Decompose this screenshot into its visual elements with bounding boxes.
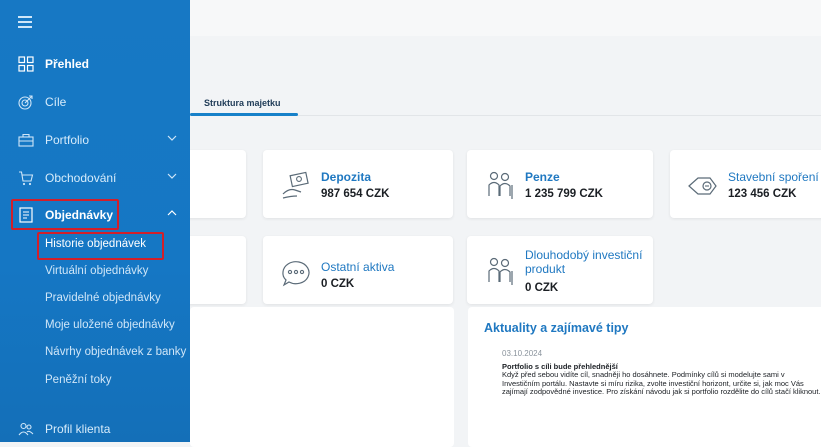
- sidebar-subitem-penezni-toky[interactable]: Peněžní toky: [45, 374, 111, 386]
- tab-active-indicator: [190, 113, 298, 116]
- sidebar-item-label: Přehled: [45, 57, 90, 71]
- sidebar-item-prehled[interactable]: Přehled: [0, 49, 190, 79]
- asset-card-depozita[interactable]: Depozita 987 654 CZK: [263, 150, 453, 218]
- sidebar-subitem-pravidelne[interactable]: Pravidelné objednávky: [45, 292, 161, 304]
- card-title: Ostatní aktiva: [321, 260, 395, 274]
- news-heading: Aktuality a zajímavé tipy: [484, 321, 629, 335]
- sidebar-item-label: Obchodování: [45, 171, 117, 185]
- chevron-down-icon[interactable]: [167, 171, 177, 181]
- sidebar-item-label: Portfolio: [45, 133, 90, 147]
- card-title: Penze: [525, 170, 560, 184]
- users-icon: [18, 422, 34, 436]
- chevron-down-icon[interactable]: [167, 133, 177, 143]
- deposit-icon: [282, 171, 309, 199]
- target-icon: [18, 95, 33, 110]
- card-title: Depozita: [321, 170, 372, 184]
- sidebar-item-label: Profil klienta: [45, 422, 111, 436]
- card-value: 123 456 CZK: [728, 188, 797, 200]
- overview-panel: [190, 307, 454, 447]
- card-title: Stavební spoření: [728, 170, 819, 184]
- other-assets-icon: [282, 261, 310, 287]
- card-value: 987 654 CZK: [321, 188, 390, 200]
- card-value: 0 CZK: [321, 278, 355, 290]
- card-value: 1 235 799 CZK: [525, 188, 603, 200]
- main-content: Struktura majetku Depozita 987 654 CZK P…: [180, 36, 821, 447]
- savings-icon: [688, 177, 717, 195]
- asset-card-dlouhodoby-produkt[interactable]: Dlouhodobý investiční produkt 0 CZK: [467, 236, 653, 304]
- briefcase-icon: [18, 133, 34, 147]
- pension-icon: [488, 171, 513, 199]
- news-date: 03.10.2024: [502, 349, 543, 358]
- highlight-historie: [37, 232, 164, 260]
- sidebar-subitem-navrhy[interactable]: Návrhy objednávek z banky: [45, 346, 186, 358]
- asset-card-ostatni-aktiva[interactable]: Ostatní aktiva 0 CZK: [263, 236, 453, 304]
- chevron-up-icon[interactable]: [167, 208, 177, 218]
- sidebar-subitem-virtualni[interactable]: Virtuální objednávky: [45, 265, 148, 277]
- tab-struktura-majetku[interactable]: Struktura majetku: [204, 98, 281, 108]
- grid-icon: [18, 56, 34, 72]
- news-body: Když před sebou vidíte cíl, snadněji ho …: [502, 370, 821, 396]
- long-term-product-icon: [488, 257, 513, 285]
- asset-card-stavebni-sporeni[interactable]: Stavební spoření 123 456 CZK: [670, 150, 821, 218]
- sidebar-item-cile[interactable]: Cíle: [0, 87, 190, 117]
- asset-card-penze[interactable]: Penze 1 235 799 CZK: [467, 150, 653, 218]
- sidebar-item-profil[interactable]: Profil klienta: [0, 414, 190, 444]
- card-title: Dlouhodobý investiční produkt: [525, 248, 643, 276]
- highlight-objednavky: [11, 199, 119, 230]
- sidebar-item-portfolio[interactable]: Portfolio: [0, 125, 190, 155]
- sidebar-item-obchodovani[interactable]: Obchodování: [0, 163, 190, 193]
- news-panel: Aktuality a zajímavé tipy 03.10.2024 Por…: [468, 307, 821, 447]
- sidebar-item-label: Cíle: [45, 95, 67, 109]
- sidebar: Přehled Cíle Portfolio Obchodování Objed…: [0, 0, 190, 442]
- cart-icon: [19, 171, 34, 186]
- hamburger-icon[interactable]: [18, 16, 32, 28]
- card-value: 0 CZK: [525, 282, 559, 294]
- sidebar-subitem-ulozene[interactable]: Moje uložené objednávky: [45, 319, 175, 331]
